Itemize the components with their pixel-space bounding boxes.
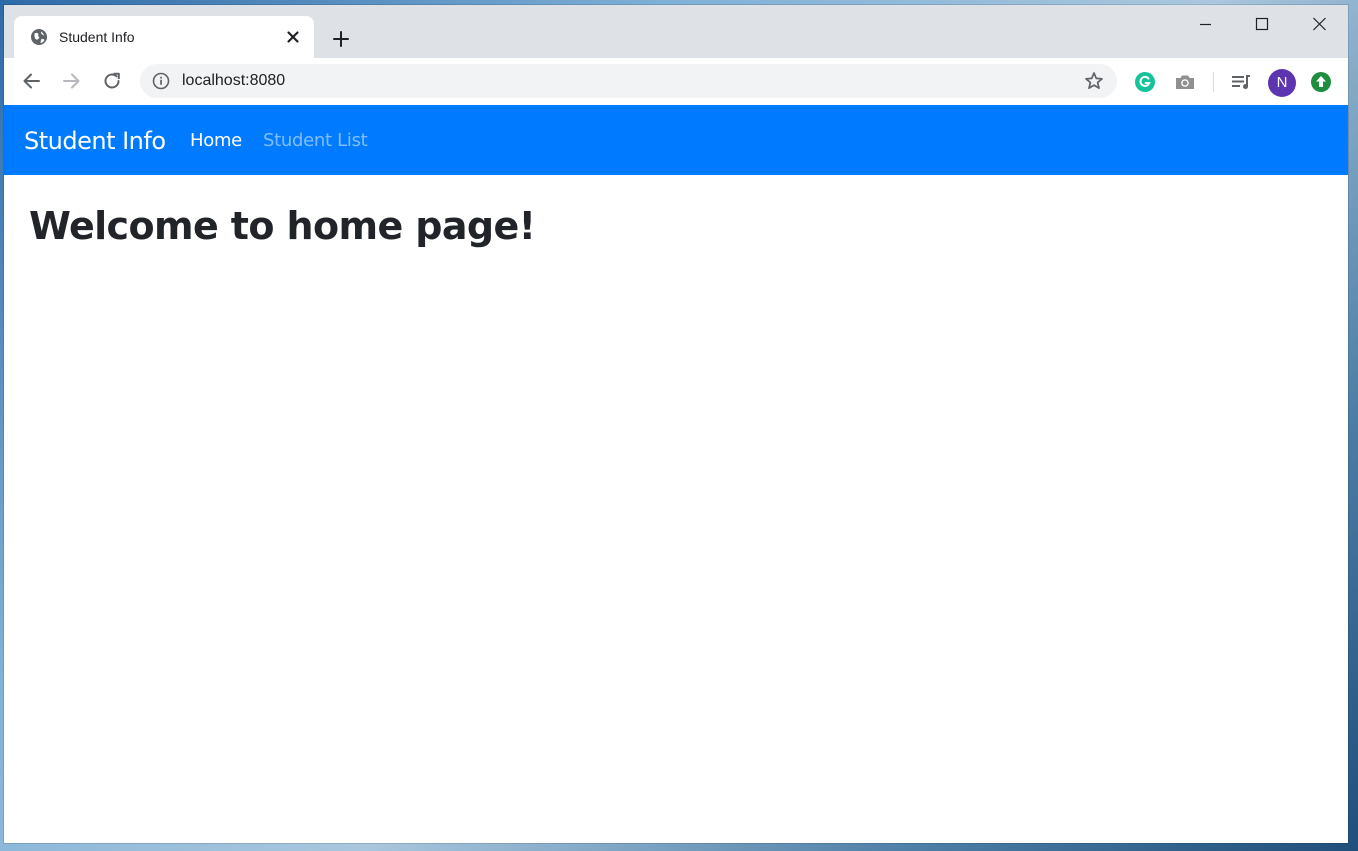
- minimize-icon: [1200, 23, 1211, 26]
- maximize-button[interactable]: [1234, 5, 1290, 43]
- grammarly-icon[interactable]: [1133, 70, 1157, 94]
- web-page: Student Info Home Student List Welcome t…: [4, 105, 1348, 843]
- nav-link-student-list[interactable]: Student List: [263, 130, 368, 152]
- update-arrow-icon[interactable]: [1309, 70, 1333, 94]
- reload-icon[interactable]: [101, 70, 123, 92]
- media-playlist-icon[interactable]: [1229, 70, 1253, 94]
- browser-toolbar: N: [4, 58, 1348, 106]
- tab-title: Student Info: [59, 29, 135, 45]
- nav-link-home[interactable]: Home: [190, 130, 242, 152]
- page-heading: Welcome to home page!: [29, 204, 536, 248]
- close-icon[interactable]: [284, 28, 302, 46]
- app-navbar: Student Info Home Student List: [4, 105, 1348, 175]
- globe-icon: [30, 28, 48, 46]
- minimize-button[interactable]: [1178, 5, 1234, 43]
- tab-strip: Student Info: [4, 5, 1348, 58]
- info-icon[interactable]: [152, 72, 170, 90]
- navbar-brand[interactable]: Student Info: [24, 127, 166, 155]
- camera-icon[interactable]: [1173, 70, 1197, 94]
- profile-avatar[interactable]: N: [1268, 69, 1296, 97]
- window-close-button[interactable]: [1292, 5, 1348, 43]
- forward-arrow-icon[interactable]: [60, 70, 82, 92]
- toolbar-separator: [1213, 72, 1214, 92]
- url-input[interactable]: [182, 72, 982, 90]
- plus-icon[interactable]: [329, 27, 353, 51]
- back-arrow-icon[interactable]: [21, 70, 43, 92]
- browser-window: Student Info localhost:8080 N Student In…: [4, 5, 1348, 843]
- maximize-icon: [1255, 17, 1269, 31]
- star-icon[interactable]: [1084, 71, 1104, 91]
- window-close-icon: [1313, 17, 1326, 31]
- tab-student-info[interactable]: Student Info: [14, 16, 314, 58]
- address-bar[interactable]: [140, 64, 1117, 98]
